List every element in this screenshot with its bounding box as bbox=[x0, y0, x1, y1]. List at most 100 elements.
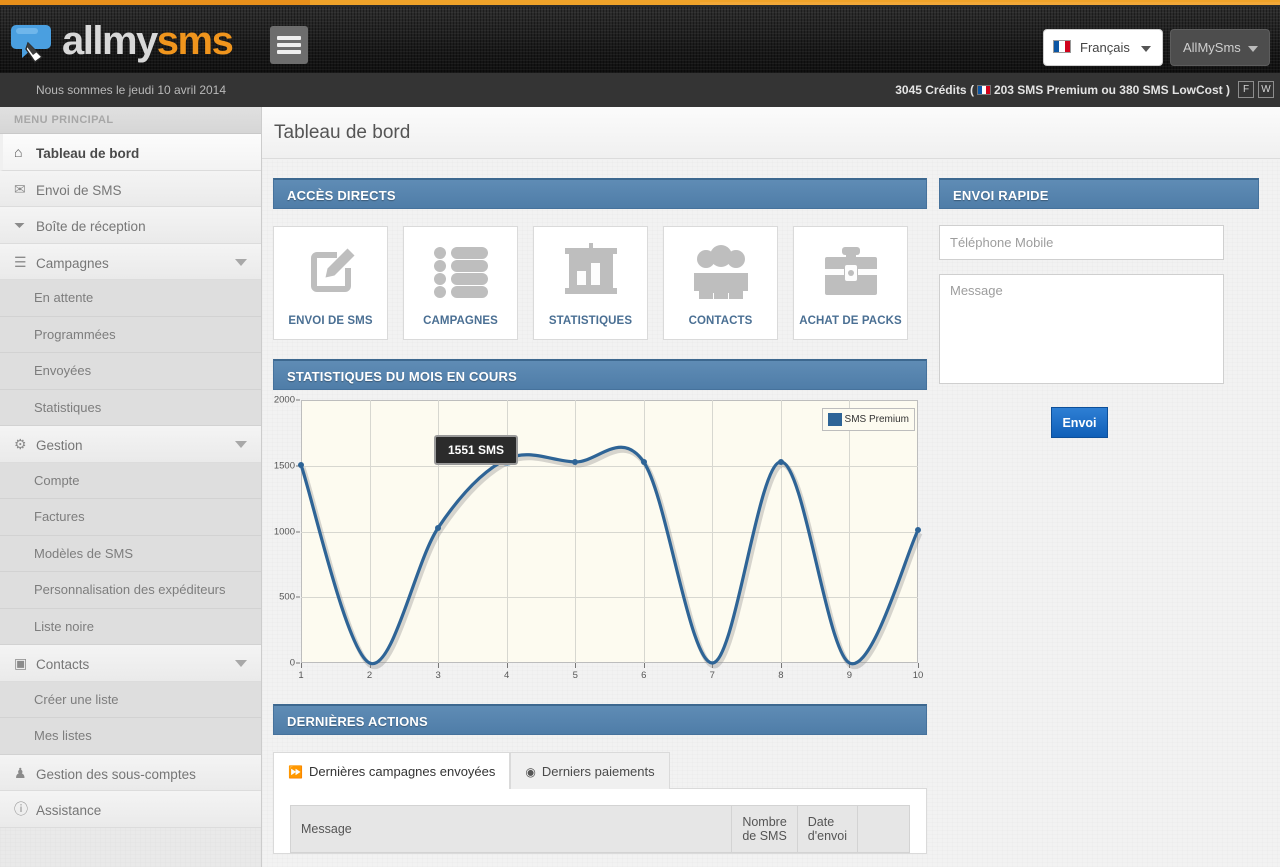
sidebar-item-campagnes[interactable]: ☰ Campagnes bbox=[0, 243, 261, 280]
sidebar-item-tableau-de-bord[interactable]: ⌂ Tableau de bord bbox=[0, 134, 261, 171]
french-flag-icon bbox=[976, 85, 991, 95]
monthly-stats-chart[interactable]: 0 500 1000 1500 2000 1 2 3 4 5 6 7 8 9 10 1551 SMS SMS… bbox=[273, 390, 927, 683]
tabs-filler bbox=[669, 752, 927, 789]
chart-point[interactable] bbox=[915, 527, 921, 534]
x-axis-tick bbox=[575, 663, 577, 668]
x-axis-tick bbox=[643, 663, 645, 668]
message-textarea[interactable] bbox=[939, 274, 1224, 384]
table-header-label: Nombre de SMS bbox=[742, 815, 787, 843]
chevron-down-icon[interactable] bbox=[235, 660, 247, 667]
sidebar-item-gestion-des-sous-comptes[interactable]: ♟ Gestion des sous-comptes bbox=[0, 754, 261, 791]
sidebar-item-label: Compte bbox=[34, 472, 80, 488]
hamburger-menu-icon[interactable] bbox=[270, 26, 308, 64]
chevron-down-icon[interactable] bbox=[235, 441, 247, 448]
send-button[interactable]: Envoi bbox=[1051, 407, 1108, 438]
sidebar-item-label: Boîte de réception bbox=[36, 219, 146, 234]
y-axis-tick bbox=[296, 531, 300, 532]
current-date-label: Nous sommes le jeudi 10 avril 2014 bbox=[35, 83, 227, 97]
x-axis-tick-label: 10 bbox=[912, 670, 924, 681]
sidebar-item-bo-te-de-r-ception[interactable]: ⏷ Boîte de réception bbox=[0, 207, 261, 244]
quick-access-panel: ACCÈS DIRECTS ENVOI DE SMS CAMPAGNES STATI… bbox=[273, 178, 927, 340]
chart-point[interactable] bbox=[435, 524, 442, 531]
table-header-cell: Date d'envoi bbox=[796, 805, 859, 853]
chart-point[interactable] bbox=[777, 458, 784, 465]
last-actions-panel: DERNIÈRES ACTIONS ⏩ Dernières campagnes e… bbox=[273, 704, 927, 854]
sidebar-item-statistiques[interactable]: Statistiques bbox=[0, 389, 261, 426]
forward-icon: ⏩ bbox=[288, 765, 303, 779]
brand-name-part2: sms bbox=[156, 19, 234, 63]
quick-access-tile-statistiques[interactable]: STATISTIQUES bbox=[533, 226, 648, 340]
sidebar-item-envoy-es[interactable]: Envoyées bbox=[0, 353, 261, 390]
x-axis-tick-label: 8 bbox=[778, 670, 784, 681]
twitter-share-button[interactable]: W bbox=[1258, 81, 1274, 98]
sidebar-item-cr-er-une-liste[interactable]: Créer une liste bbox=[0, 681, 261, 718]
tab-derniers-paiements[interactable]: ◉ Derniers paiements bbox=[510, 752, 670, 789]
gear-icon: ⚙ bbox=[14, 436, 27, 452]
sidebar-item-gestion[interactable]: ⚙ Gestion bbox=[0, 426, 261, 463]
list-icon bbox=[404, 241, 517, 303]
brand-wordmark: allmysms bbox=[62, 19, 234, 64]
x-axis-tick bbox=[780, 663, 782, 668]
table-header-label: Message bbox=[301, 822, 352, 836]
sidebar-item-envoi-de-sms[interactable]: ✉ Envoi de SMS bbox=[0, 170, 261, 207]
accent-underline bbox=[0, 5, 1280, 7]
sidebar-item-label: Campagnes bbox=[36, 255, 109, 271]
bar-chart-icon bbox=[534, 241, 647, 303]
sidebar-item-personnalisation-des-exp-diteurs[interactable]: Personnalisation des expéditeurs bbox=[0, 572, 261, 609]
sidebar-item-mod-les-de-sms[interactable]: Modèles de SMS bbox=[0, 535, 261, 572]
sidebar-item-programm-es[interactable]: Programmées bbox=[0, 316, 261, 353]
y-axis-tick bbox=[296, 399, 300, 401]
hamburger-line-1 bbox=[277, 36, 301, 40]
x-axis-tick-label: 6 bbox=[641, 670, 647, 681]
sidebar-item-mes-listes[interactable]: Mes listes bbox=[0, 718, 261, 755]
phone-input[interactable] bbox=[939, 225, 1224, 260]
tile-label: CONTACTS bbox=[688, 315, 753, 327]
chart-point[interactable] bbox=[640, 459, 647, 466]
quick-send-panel-title: ENVOI RAPIDE bbox=[939, 178, 1259, 209]
sidebar-item-contacts[interactable]: ▣ Contacts bbox=[0, 645, 261, 682]
x-axis-tick-label: 1 bbox=[298, 670, 304, 681]
content-columns: ACCÈS DIRECTS ENVOI DE SMS CAMPAGNES STATI… bbox=[262, 160, 1280, 867]
sidebar-item-label: Gestion des sous-comptes bbox=[36, 766, 196, 782]
x-axis-tick bbox=[918, 663, 919, 668]
tile-label: STATISTIQUES bbox=[548, 315, 633, 327]
chevron-down-icon[interactable] bbox=[235, 258, 247, 266]
last-actions-tabpane: Message Nombre de SMS Date d'envoi bbox=[273, 789, 927, 854]
account-label: AllMySms bbox=[1183, 40, 1241, 55]
quick-access-tile-envoi-de-sms[interactable]: ENVOI DE SMS bbox=[273, 226, 388, 340]
chart-line-svg bbox=[299, 445, 923, 669]
account-selector[interactable]: AllMySms bbox=[1170, 29, 1270, 66]
envelope-icon: ✉ bbox=[14, 180, 26, 197]
y-axis-tick-label: 2000 bbox=[273, 394, 295, 406]
facebook-share-button[interactable]: F bbox=[1238, 81, 1254, 98]
quick-access-tile-campagnes[interactable]: CAMPAGNES bbox=[403, 226, 518, 340]
sidebar-item-liste-noire[interactable]: Liste noire bbox=[0, 608, 261, 645]
brand-name-part1: allmy bbox=[62, 19, 158, 63]
tile-label: CAMPAGNES bbox=[423, 315, 498, 327]
sidebar-item-label: Contacts bbox=[36, 657, 90, 672]
language-selector[interactable]: Français bbox=[1043, 29, 1163, 66]
sidebar-item-en-attente[interactable]: En attente bbox=[0, 280, 261, 317]
y-axis-tick-label: 500 bbox=[279, 591, 295, 603]
quick-access-tile-contacts[interactable]: CONTACTS bbox=[663, 226, 778, 340]
table-header-label: Date d'envoi bbox=[807, 815, 848, 843]
sidebar-item-label: Liste noire bbox=[34, 618, 94, 634]
x-axis-tick-label: 3 bbox=[435, 670, 441, 681]
chart-point[interactable] bbox=[298, 461, 304, 468]
tab-label: Dernières campagnes envoyées bbox=[308, 764, 496, 779]
x-axis-tick-label: 7 bbox=[709, 670, 715, 681]
sidebar-item-label: Tableau de bord bbox=[36, 146, 140, 161]
brand-logo[interactable]: allmysms bbox=[0, 7, 262, 73]
info-icon: ⓘ bbox=[14, 801, 28, 817]
logo-mark-icon bbox=[11, 25, 51, 63]
quick-access-tile-achat-de-packs[interactable]: ACHAT DE PACKS bbox=[793, 226, 908, 340]
campaigns-table: Message Nombre de SMS Date d'envoi bbox=[289, 805, 910, 853]
sidebar-item-compte[interactable]: Compte bbox=[0, 462, 261, 499]
x-axis-tick-label: 5 bbox=[572, 670, 578, 681]
sidebar-item-assistance[interactable]: ⓘ Assistance bbox=[0, 791, 261, 828]
tab-derni-res-campagnes-envoy-es[interactable]: ⏩ Dernières campagnes envoyées bbox=[273, 752, 511, 789]
sidebar-item-factures[interactable]: Factures bbox=[0, 499, 261, 536]
sidebar-section-title: MENU PRINCIPAL bbox=[0, 107, 261, 134]
chart-point[interactable] bbox=[572, 458, 579, 465]
chevron-down-icon bbox=[1141, 46, 1151, 52]
